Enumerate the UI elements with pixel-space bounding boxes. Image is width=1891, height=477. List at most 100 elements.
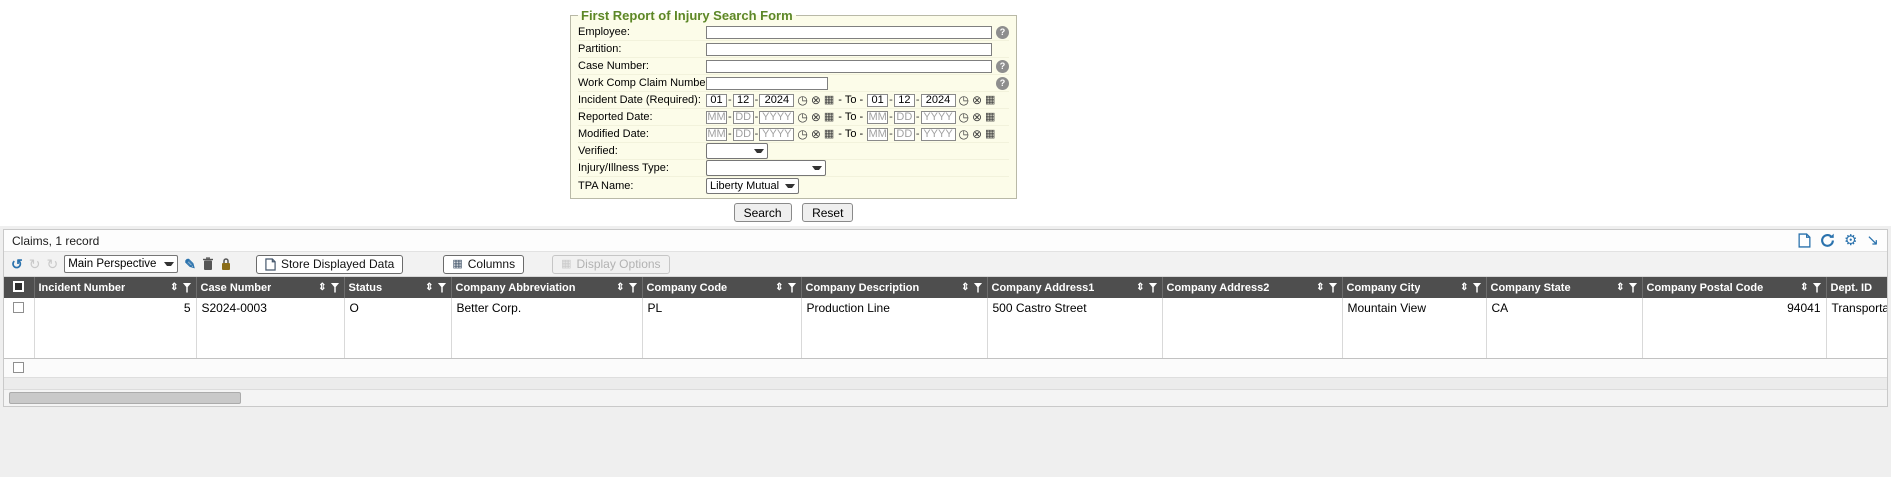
- incident-to-year-input[interactable]: [921, 94, 956, 107]
- horizontal-scrollbar[interactable]: [4, 389, 1887, 406]
- column-header-company-code[interactable]: Company Code⇕: [642, 277, 801, 298]
- filter-icon[interactable]: [1629, 283, 1638, 293]
- filter-icon[interactable]: [1813, 283, 1822, 293]
- column-header-company-state[interactable]: Company State⇕: [1486, 277, 1642, 298]
- clear-date-icon[interactable]: ⊗: [972, 128, 982, 140]
- sort-icon[interactable]: ⇕: [961, 282, 969, 293]
- calendar-icon[interactable]: ▦: [985, 94, 995, 106]
- column-header-company-address1[interactable]: Company Address1⇕: [987, 277, 1162, 298]
- clock-icon[interactable]: ◷: [797, 111, 807, 123]
- help-icon[interactable]: ?: [996, 60, 1009, 73]
- sort-icon[interactable]: ⇕: [775, 282, 783, 293]
- sort-icon[interactable]: ⇕: [425, 282, 433, 293]
- clear-date-icon[interactable]: ⊗: [972, 94, 982, 106]
- column-header-company-description[interactable]: Company Description⇕: [801, 277, 987, 298]
- reset-button[interactable]: Reset: [802, 203, 853, 222]
- modified-from-year-input[interactable]: [759, 128, 794, 141]
- incident-from-month-input[interactable]: [706, 94, 727, 107]
- search-button[interactable]: Search: [734, 203, 792, 222]
- column-header-company-city[interactable]: Company City⇕: [1342, 277, 1486, 298]
- sort-icon[interactable]: ⇕: [1800, 282, 1808, 293]
- reported-from-day-input[interactable]: [733, 111, 754, 124]
- filter-icon[interactable]: [1149, 283, 1158, 293]
- column-header-company-postal-code[interactable]: Company Postal Code⇕: [1642, 277, 1826, 298]
- modified-from-month-input[interactable]: [706, 128, 727, 141]
- clock-icon[interactable]: ◷: [797, 94, 807, 106]
- partition-input[interactable]: [706, 43, 992, 56]
- filter-icon[interactable]: [438, 283, 447, 293]
- filter-icon[interactable]: [1473, 283, 1482, 293]
- modified-from-day-input[interactable]: [733, 128, 754, 141]
- incident-from-day-input[interactable]: [733, 94, 754, 107]
- trash-icon[interactable]: [202, 257, 214, 271]
- table-row[interactable]: 5 S2024-0003 O Better Corp. PL Productio…: [4, 298, 1887, 358]
- modified-to-month-input[interactable]: [867, 128, 888, 141]
- modified-to-day-input[interactable]: [894, 128, 915, 141]
- filter-icon[interactable]: [183, 283, 192, 293]
- clear-date-icon[interactable]: ⊗: [811, 94, 821, 106]
- scrollbar-thumb[interactable]: [9, 392, 241, 404]
- clear-date-icon[interactable]: ⊗: [811, 111, 821, 123]
- calendar-icon[interactable]: ▦: [985, 128, 995, 140]
- filter-icon[interactable]: [974, 283, 983, 293]
- clock-icon[interactable]: ◷: [959, 94, 969, 106]
- undo-icon[interactable]: ↺: [11, 257, 23, 271]
- row-checkbox[interactable]: [13, 302, 24, 313]
- edit-pencil-icon[interactable]: ✎: [184, 257, 196, 271]
- column-header-case-number[interactable]: Case Number⇕: [196, 277, 344, 298]
- lock-icon[interactable]: [220, 257, 232, 271]
- calendar-icon[interactable]: ▦: [824, 128, 834, 140]
- help-icon[interactable]: ?: [996, 77, 1009, 90]
- collapse-arrow-icon[interactable]: ↘: [1866, 233, 1879, 248]
- reported-to-year-input[interactable]: [921, 111, 956, 124]
- clock-icon[interactable]: ◷: [959, 128, 969, 140]
- employee-input[interactable]: [706, 26, 992, 39]
- injury-type-select[interactable]: [706, 160, 826, 176]
- filter-icon[interactable]: [788, 283, 797, 293]
- incident-to-month-input[interactable]: [867, 94, 888, 107]
- tpa-name-select[interactable]: Liberty Mutual: [706, 178, 799, 194]
- calendar-icon[interactable]: ▦: [824, 111, 834, 123]
- case-number-input[interactable]: [706, 60, 992, 73]
- sort-icon[interactable]: ⇕: [1316, 282, 1324, 293]
- sort-icon[interactable]: ⇕: [1616, 282, 1624, 293]
- clear-date-icon[interactable]: ⊗: [811, 128, 821, 140]
- filter-icon[interactable]: [629, 283, 638, 293]
- column-header-dept-id[interactable]: Dept. ID⇕: [1826, 277, 1887, 298]
- clear-date-icon[interactable]: ⊗: [972, 111, 982, 123]
- clock-icon[interactable]: ◷: [797, 128, 807, 140]
- footer-checkbox[interactable]: [13, 362, 24, 373]
- sort-icon[interactable]: ⇕: [616, 282, 624, 293]
- select-all-checkbox[interactable]: [13, 281, 24, 292]
- perspective-select[interactable]: Main Perspective: [64, 255, 178, 273]
- calendar-icon[interactable]: ▦: [985, 111, 995, 123]
- select-all-header[interactable]: [4, 277, 34, 298]
- sort-icon[interactable]: ⇕: [1136, 282, 1144, 293]
- column-header-company-address2[interactable]: Company Address2⇕: [1162, 277, 1342, 298]
- new-document-icon[interactable]: [1798, 233, 1811, 248]
- verified-select[interactable]: [706, 143, 768, 159]
- incident-to-day-input[interactable]: [894, 94, 915, 107]
- reported-from-month-input[interactable]: [706, 111, 727, 124]
- column-header-company-abbreviation[interactable]: Company Abbreviation⇕: [451, 277, 642, 298]
- reported-to-month-input[interactable]: [867, 111, 888, 124]
- gear-icon[interactable]: ⚙: [1844, 233, 1857, 248]
- filter-icon[interactable]: [331, 283, 340, 293]
- work-comp-input[interactable]: [706, 77, 828, 90]
- sort-icon[interactable]: ⇕: [1460, 282, 1468, 293]
- clock-icon[interactable]: ◷: [959, 111, 969, 123]
- calendar-icon[interactable]: ▦: [824, 94, 834, 106]
- incident-from-year-input[interactable]: [759, 94, 794, 107]
- filter-icon[interactable]: [1329, 283, 1338, 293]
- modified-to-year-input[interactable]: [921, 128, 956, 141]
- reported-from-year-input[interactable]: [759, 111, 794, 124]
- refresh-icon[interactable]: [1820, 233, 1835, 248]
- sort-icon[interactable]: ⇕: [318, 282, 326, 293]
- column-header-status[interactable]: Status⇕: [344, 277, 451, 298]
- column-header-incident-number[interactable]: Incident Number⇕: [34, 277, 196, 298]
- reported-to-day-input[interactable]: [894, 111, 915, 124]
- store-displayed-data-button[interactable]: Store Displayed Data: [256, 255, 403, 274]
- columns-button[interactable]: ▦ Columns: [443, 255, 524, 274]
- sort-icon[interactable]: ⇕: [170, 282, 178, 293]
- help-icon[interactable]: ?: [996, 26, 1009, 39]
